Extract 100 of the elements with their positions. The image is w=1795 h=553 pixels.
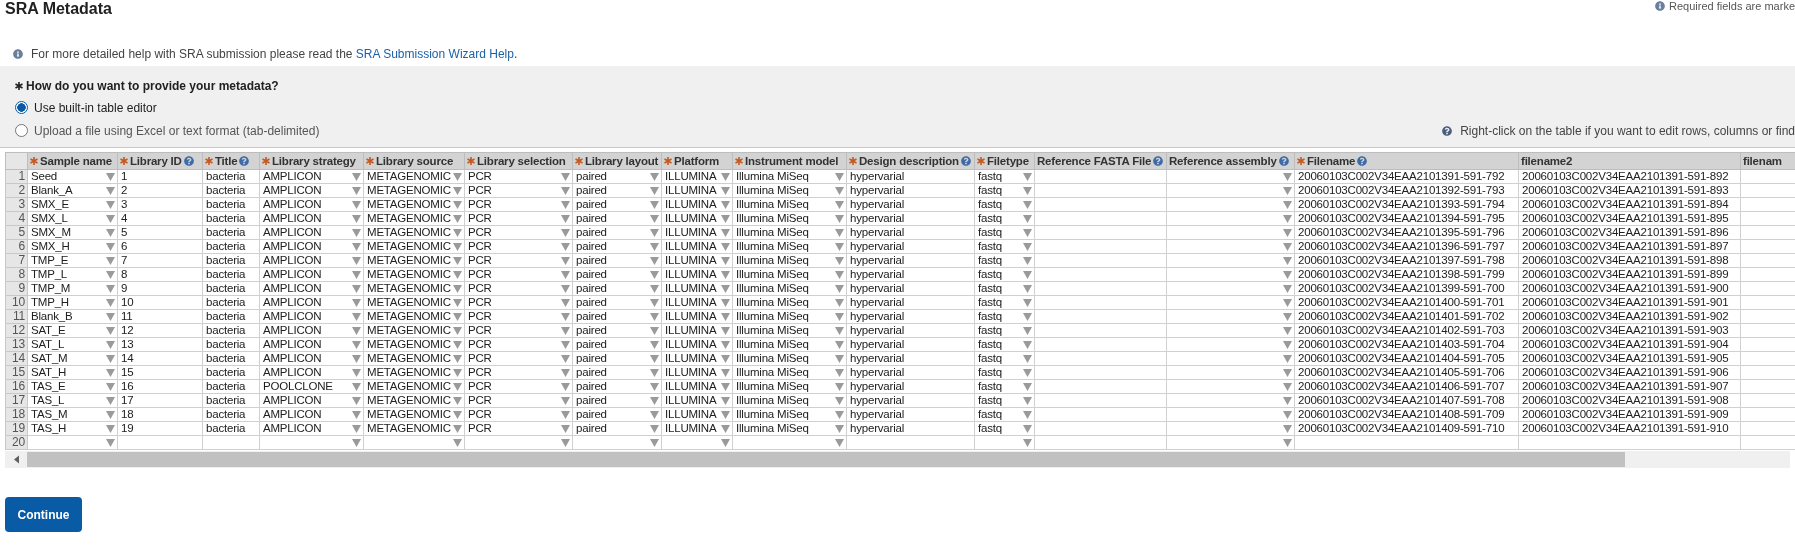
cell-text: PCR [468, 268, 492, 281]
cell-text: bacteria [206, 338, 246, 351]
column-header: Reference FASTA File [1037, 155, 1152, 167]
page-title: SRA Metadata [5, 0, 112, 18]
header-cell[interactable]: Reference assembly [1166, 152, 1295, 170]
cell-text: 20060103C002V34EAA2101391-591-893 [1522, 184, 1729, 197]
row-number: 1 [18, 169, 25, 183]
cell-text: paired [576, 198, 607, 211]
help-icon[interactable] [1153, 156, 1164, 166]
cell-text: 20060103C002V34EAA2101391-591-901 [1522, 296, 1729, 309]
cell-text: 20060103C002V34EAA2101404-591-705 [1298, 352, 1505, 365]
radio-option[interactable]: Upload a file using Excel or text format (tab-delimited) [15, 123, 320, 138]
required-icon [262, 157, 270, 165]
cell-text: 5 [121, 226, 128, 239]
required-icon [30, 157, 38, 165]
cell-text: 20060103C002V34EAA2101393-591-794 [1298, 198, 1505, 211]
cell-text: fastq [978, 324, 1002, 337]
cell-text: hypervarial [850, 170, 905, 183]
cell-text: AMPLICON [263, 184, 322, 197]
horizontal-scrollbar[interactable] [5, 451, 1790, 468]
cell-text: ILLUMINA [665, 268, 717, 281]
cell-text: fastq [978, 296, 1002, 309]
header-cell[interactable]: filename2 [1518, 152, 1741, 170]
header-cell[interactable]: filenam [1740, 152, 1795, 170]
cell-text: 20060103C002V34EAA2101402-591-703 [1298, 324, 1505, 337]
cell-text: METAGENOMIC [367, 240, 451, 253]
cell-text: 20060103C002V34EAA2101391-591-909 [1522, 408, 1729, 421]
header-cell[interactable]: Library layout [572, 152, 662, 170]
cell-text: TAS_H [31, 422, 67, 435]
header-cell[interactable]: Title [202, 152, 260, 170]
cell-text: Illumina MiSeq [736, 198, 809, 211]
header-cell[interactable]: Sample name [27, 152, 118, 170]
cell-text: bacteria [206, 380, 246, 393]
continue-button[interactable]: Continue [5, 497, 82, 532]
radio-button[interactable] [15, 101, 28, 114]
help-icon[interactable] [183, 156, 194, 166]
required-icon [977, 157, 985, 165]
cell-text: paired [576, 170, 607, 183]
header-cell[interactable]: Filename [1294, 152, 1519, 170]
radio-button[interactable] [15, 124, 28, 137]
radio-option[interactable]: Use built-in table editor [15, 100, 157, 115]
cell-text: hypervarial [850, 352, 905, 365]
cell-text: 20060103C002V34EAA2101401-591-702 [1298, 310, 1505, 323]
cell-text: Illumina MiSeq [736, 226, 809, 239]
cell-text: Illumina MiSeq [736, 268, 809, 281]
cell-text: ILLUMINA [665, 394, 717, 407]
cell-text: 20060103C002V34EAA2101396-591-797 [1298, 240, 1505, 253]
row-number: 18 [12, 407, 25, 421]
header-cell[interactable]: Design description [846, 152, 975, 170]
header-cell[interactable]: Instrument model [732, 152, 847, 170]
cell-text: 9 [121, 282, 128, 295]
cell-text: hypervarial [850, 198, 905, 211]
cell-text: AMPLICON [263, 366, 322, 379]
row-number: 5 [18, 225, 25, 239]
cell-text: 20060103C002V34EAA2101395-591-796 [1298, 226, 1505, 239]
header-cell[interactable]: Library strategy [259, 152, 364, 170]
cell-text: Seed [31, 170, 58, 183]
row-number: 20 [12, 435, 25, 449]
cell-text: ILLUMINA [665, 408, 717, 421]
cell-text: bacteria [206, 198, 246, 211]
cell-text: bacteria [206, 240, 246, 253]
cell-text: 20060103C002V34EAA2101405-591-706 [1298, 366, 1505, 379]
cell-text: fastq [978, 380, 1002, 393]
row-number: 7 [18, 253, 25, 267]
required-icon [205, 157, 213, 165]
cell-text: 20060103C002V34EAA2101391-591-906 [1522, 366, 1729, 379]
info-icon [13, 49, 23, 59]
header-cell[interactable]: Filetype [974, 152, 1035, 170]
cell-text: fastq [978, 422, 1002, 435]
cell-text: METAGENOMIC [367, 394, 451, 407]
header-cell[interactable]: Library selection [464, 152, 573, 170]
help-icon[interactable] [960, 156, 971, 166]
help-icon[interactable] [1357, 156, 1368, 166]
help-text: For more detailed help with SRA submission please read the SRA Submission Wizard Help. [31, 47, 518, 61]
column-header: Sample name [40, 155, 112, 167]
cell-text: AMPLICON [263, 324, 322, 337]
cell-text: 20060103C002V34EAA2101391-591-902 [1522, 310, 1729, 323]
cell-text: SMX_L [31, 212, 68, 225]
cell-text: paired [576, 352, 607, 365]
cell-text: AMPLICON [263, 408, 322, 421]
cell-text: SAT_M [31, 352, 68, 365]
header-cell[interactable]: Reference FASTA File [1034, 152, 1167, 170]
header-cell[interactable]: Platform [661, 152, 733, 170]
cell-text: 14 [121, 352, 134, 365]
help-icon[interactable] [1278, 156, 1289, 166]
column-header: Filename [1307, 155, 1356, 167]
cell-text: SMX_H [31, 240, 70, 253]
cell-text: fastq [978, 184, 1002, 197]
required-icon [575, 157, 583, 165]
help-link[interactable]: SRA Submission Wizard Help [355, 47, 514, 61]
required-note: Required fields are marke [1669, 0, 1795, 12]
cell-text: TMP_E [31, 254, 69, 267]
header-cell[interactable]: Library source [363, 152, 465, 170]
help-icon[interactable] [239, 156, 250, 166]
cell-text: Illumina MiSeq [736, 240, 809, 253]
header-cell[interactable]: Library ID [117, 152, 203, 170]
cell-text: AMPLICON [263, 226, 322, 239]
cell-text: 20060103C002V34EAA2101397-591-798 [1298, 254, 1505, 267]
cell-text: Illumina MiSeq [736, 170, 809, 183]
cell-text: ILLUMINA [665, 254, 717, 267]
